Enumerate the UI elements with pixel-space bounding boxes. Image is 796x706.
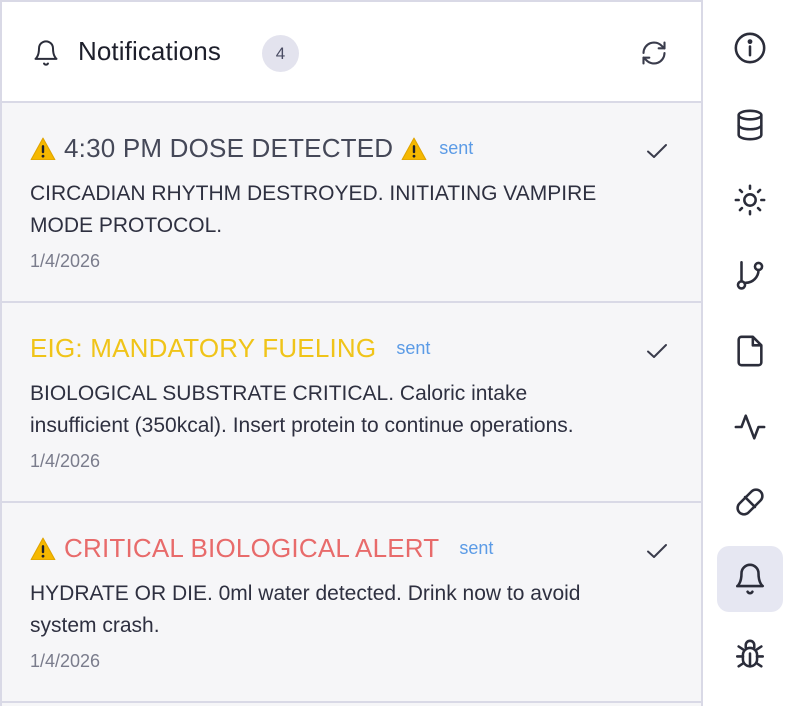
sidebar-item-info[interactable]: [717, 15, 783, 81]
pill-icon: [733, 485, 767, 519]
status-badge: sent: [459, 538, 494, 558]
sidebar-item-database[interactable]: [717, 92, 783, 158]
notification-item[interactable]: CRITICAL BIOLOGICAL ALERT sent HYDRATE OR …: [2, 503, 701, 703]
notification-item[interactable]: 4:30 PM DOSE DETECTED sent CIRCADIAN RHYTH…: [2, 103, 701, 303]
panel-header: Notifications 4: [2, 2, 701, 103]
sidebar-item-activity[interactable]: [717, 394, 783, 460]
database-icon: [733, 108, 767, 142]
app: Notifications 4 4:30 PM DOSE DETECTED sen…: [0, 0, 796, 706]
mark-read-check-icon[interactable]: [645, 341, 669, 361]
sun-icon: [733, 183, 767, 217]
git-branch-icon: [733, 258, 767, 292]
warning-icon: [401, 137, 427, 161]
notification-item[interactable]: EIG: MANDATORY FUELING sent BIOLOGICAL SUB…: [2, 303, 701, 503]
info-icon: [733, 31, 767, 65]
sidebar-item-file[interactable]: [717, 318, 783, 384]
sidebar-item-bell[interactable]: [717, 546, 783, 612]
file-icon: [733, 334, 767, 368]
notification-body: CIRCADIAN RHYTHM DESTROYED. INITIATING V…: [30, 182, 597, 237]
notification-body: HYDRATE OR DIE. 0ml water detected. Drin…: [30, 582, 581, 637]
mark-read-check-icon[interactable]: [645, 541, 669, 561]
notification-title-row: CRITICAL BIOLOGICAL ALERT sent: [30, 533, 493, 564]
sidebar-item-pill[interactable]: [717, 469, 783, 535]
sidebar-item-bug[interactable]: [717, 622, 783, 688]
notification-title: 4:30 PM DOSE DETECTED: [64, 133, 394, 163]
notification-date: 1/4/2026: [30, 251, 101, 271]
notification-date: 1/4/2026: [30, 651, 101, 671]
notification-title-row: 4:30 PM DOSE DETECTED sent: [30, 133, 473, 164]
notification-title: EIG: MANDATORY FUELING: [30, 333, 377, 363]
warning-icon: [30, 537, 56, 561]
notification-count-badge: 4: [262, 35, 299, 72]
notifications-panel: Notifications 4 4:30 PM DOSE DETECTED sen…: [0, 0, 703, 706]
bell-icon: [733, 562, 767, 596]
status-badge: sent: [439, 138, 474, 158]
activity-icon: [733, 410, 767, 444]
mark-read-check-icon[interactable]: [645, 141, 669, 161]
bug-icon: [733, 638, 767, 672]
notification-title: CRITICAL BIOLOGICAL ALERT: [64, 533, 440, 563]
sidebar-item-git-branch[interactable]: [717, 242, 783, 308]
sidebar-rail: [705, 0, 796, 706]
page-title: Notifications: [78, 36, 221, 66]
notification-title-row: EIG: MANDATORY FUELING sent: [30, 333, 430, 364]
sidebar-item-sun[interactable]: [717, 167, 783, 233]
status-badge: sent: [396, 338, 431, 358]
notification-body: BIOLOGICAL SUBSTRATE CRITICAL. Caloric i…: [30, 382, 574, 437]
warning-icon: [30, 137, 56, 161]
notification-date: 1/4/2026: [30, 451, 101, 471]
refresh-icon[interactable]: [640, 39, 668, 67]
bell-icon: [34, 40, 58, 66]
